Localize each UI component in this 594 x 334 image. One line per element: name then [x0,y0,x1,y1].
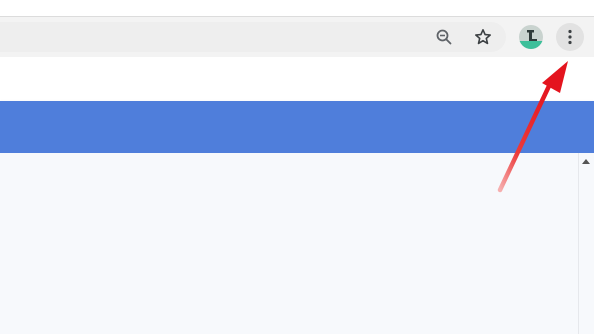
vertical-scrollbar[interactable] [578,153,594,334]
browser-toolbar [0,17,594,57]
page-header-blank [0,57,594,101]
tab-strip [0,0,594,17]
profile-avatar-icon [519,25,543,49]
scroll-up-arrow-icon[interactable] [582,159,590,164]
zoom-out-icon [436,29,452,45]
vertical-dots-menu-icon [568,29,572,45]
profile-button[interactable] [517,23,545,51]
browser-window [0,0,594,334]
page-content [0,153,578,334]
bookmark-star-icon [474,28,492,45]
site-banner [0,101,594,153]
bookmark-button[interactable] [469,23,497,51]
browser-menu-button[interactable] [556,23,584,51]
zoom-button[interactable] [430,23,458,51]
